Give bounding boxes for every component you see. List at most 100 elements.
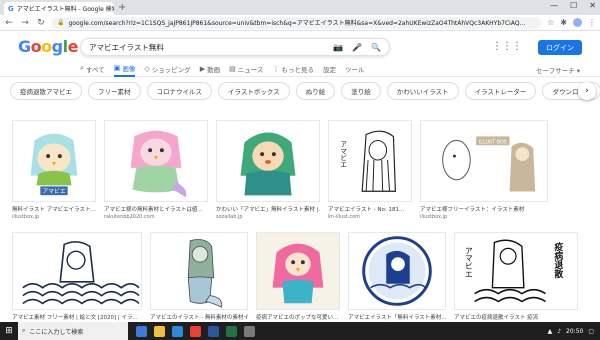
- result-thumbnail[interactable]: [104, 120, 208, 202]
- result-source: illustbox.jp: [420, 214, 448, 220]
- address-bar[interactable]: 🔒 google.com/search?rlz=1C1SQS_jaJP861JP…: [52, 16, 542, 29]
- image-result[interactable]: アマビエのイラスト - 無料素材の素材イ...: [150, 232, 248, 321]
- back-icon[interactable]: ←: [4, 18, 14, 28]
- app-icon[interactable]: [244, 325, 255, 337]
- chip[interactable]: ぬり絵: [295, 82, 336, 100]
- excel-icon[interactable]: [226, 325, 237, 337]
- tab-settings[interactable]: 設定: [323, 61, 336, 77]
- close-window-button[interactable]: ✕: [589, 1, 596, 10]
- image-result[interactable]: アマビエ アマビエイラスト - No: 181... kn-illust.com: [328, 120, 412, 220]
- result-caption[interactable]: 疫病アマビエのポップな可愛い...: [256, 313, 340, 321]
- reload-icon[interactable]: ↻: [36, 18, 46, 28]
- svg-text:アマビエ: アマビエ: [339, 141, 347, 169]
- maximize-button[interactable]: ☐: [570, 1, 577, 10]
- apps-grid-icon[interactable]: ⋮⋮⋮: [492, 41, 522, 52]
- search-icon[interactable]: 🔍: [371, 43, 381, 52]
- results-row-2: アマビエ素材 フリー素材 | 絵と文 [2020] | イラ... アマビエのイ…: [12, 232, 578, 321]
- result-caption[interactable]: アマビエ様の無料素材とイラストは値...: [104, 205, 208, 213]
- chip[interactable]: かわいいイラスト: [386, 82, 459, 100]
- chip[interactable]: イラストレーター: [464, 82, 537, 100]
- result-source: sozailab.jp: [216, 214, 243, 220]
- result-thumbnail[interactable]: [256, 232, 340, 310]
- svg-text:アマビエ: アマビエ: [464, 246, 473, 278]
- login-button[interactable]: ログイン: [538, 40, 582, 55]
- search-query[interactable]: アマビエイラスト無料: [89, 42, 333, 53]
- result-source: rakutenbb2020.com: [104, 214, 155, 220]
- image-result[interactable]: 疫病アマビエのポップな可愛い...: [256, 232, 340, 321]
- result-caption[interactable]: 無料イラスト アマビエイラスト...: [12, 205, 96, 213]
- mic-icon[interactable]: 🎤: [352, 43, 362, 52]
- image-result[interactable]: ILLUST BOX アマビエ様フリーイラスト：イラスト素材 illustbox…: [420, 120, 548, 220]
- menu-dots-icon[interactable]: ⋮: [588, 18, 596, 27]
- news-icon: ▤: [229, 64, 236, 73]
- image-result[interactable]: アマビエイラスト「無料イラスト素材...: [348, 232, 446, 321]
- image-result[interactable]: アマビエ 無料イラスト アマビエイラスト... illustbox.jp: [12, 120, 96, 220]
- image-result[interactable]: アマビエ 疫病退散 アマビエの疫病退散イラスト 疫流: [454, 232, 578, 321]
- search-nav-tabs: ⌕ すべて ▣ 画像 ◇ ショッピング ▶ 動画 ▤ ニュース ⋮ もっと見る 設定 ツール…: [0, 61, 600, 77]
- result-caption[interactable]: アマビエのイラスト - 無料素材の素材イ...: [150, 313, 248, 321]
- result-caption[interactable]: アマビエ様フリーイラスト：イラスト素材: [420, 205, 548, 213]
- tab-news[interactable]: ▤ ニュース: [229, 61, 263, 77]
- result-thumbnail[interactable]: アマビエ: [328, 120, 412, 202]
- task-view-icon[interactable]: [136, 325, 147, 337]
- profile-avatar[interactable]: [573, 18, 582, 27]
- tab-more[interactable]: ⋮ もっと見る: [272, 61, 314, 77]
- video-icon: ▶: [199, 64, 206, 73]
- image-result[interactable]: アマビエ素材 フリー素材 | 絵と文 [2020] | イラ...: [12, 232, 142, 321]
- result-thumbnail[interactable]: ILLUST BOX: [420, 120, 548, 202]
- result-caption[interactable]: アマビエイラスト「無料イラスト素材...: [348, 313, 446, 321]
- tab-all[interactable]: ⌕ すべて: [80, 61, 105, 77]
- extensions-icon[interactable]: ✱: [560, 18, 567, 27]
- chip[interactable]: 塗り絵: [341, 82, 381, 100]
- chevron-right-icon[interactable]: ›: [578, 82, 596, 100]
- taskbar-search[interactable]: ⌕ ここに入力して検索: [18, 322, 128, 340]
- chrome-icon[interactable]: [190, 325, 201, 337]
- bookmark-star-icon[interactable]: ☆: [547, 18, 554, 27]
- result-source: illustbox.jp: [12, 214, 40, 220]
- result-thumbnail[interactable]: アマビエ 疫病退散: [454, 232, 578, 310]
- browser-toolbar: ← → ↻ 🔒 google.com/search?rlz=1C1SQS_jaJ…: [0, 15, 600, 31]
- google-logo[interactable]: Google: [18, 37, 78, 56]
- result-thumbnail[interactable]: [150, 232, 248, 310]
- google-header: Google アマビエイラスト無料 📷 🎤 🔍 ⋮⋮⋮ ログイン: [0, 31, 600, 61]
- tab-tools[interactable]: ツール: [345, 61, 365, 77]
- chip[interactable]: コロナウイルス: [146, 82, 212, 100]
- camera-icon[interactable]: 📷: [333, 43, 343, 52]
- notification-icon[interactable]: ▢: [588, 328, 594, 335]
- clock[interactable]: 20:50: [566, 328, 583, 335]
- taskbar-apps: [136, 325, 255, 337]
- edge-icon[interactable]: [172, 325, 183, 337]
- image-icon: ▣: [113, 63, 121, 72]
- tab-images[interactable]: ▣ 画像: [113, 61, 136, 77]
- tab-strip: G アマビエイラスト無料 - Google 検索 ✕ + — ☐ ✕: [0, 0, 600, 15]
- svg-text:疫病退散: 疫病退散: [552, 241, 562, 279]
- file-explorer-icon[interactable]: [154, 325, 165, 337]
- tab-videos[interactable]: ▶ 動画: [200, 61, 220, 77]
- browser-tab[interactable]: G アマビエイラスト無料 - Google 検索 ✕: [4, 2, 114, 15]
- result-caption[interactable]: アマビエイラスト - No: 181...: [328, 205, 412, 213]
- result-thumbnail[interactable]: [216, 120, 320, 202]
- result-caption[interactable]: かわいい「アマビエ」無料イラスト素材 |...: [216, 205, 320, 213]
- result-caption[interactable]: アマビエ素材 フリー素材 | 絵と文 [2020] | イラ...: [12, 313, 142, 321]
- safesearch-toggle[interactable]: セーフサーチ ▾: [536, 65, 580, 75]
- search-box[interactable]: アマビエイラスト無料 📷 🎤 🔍: [80, 38, 390, 56]
- results-row-1: アマビエ 無料イラスト アマビエイラスト... illustbox.jp アマビ…: [12, 120, 548, 220]
- forward-icon[interactable]: →: [20, 18, 30, 28]
- windows-start-icon[interactable]: ⊞: [0, 322, 18, 340]
- minimize-button[interactable]: —: [550, 1, 558, 10]
- result-thumbnail[interactable]: アマビエ: [12, 120, 96, 202]
- new-tab-icon[interactable]: +: [118, 2, 126, 13]
- word-icon[interactable]: [208, 325, 219, 337]
- volume-icon[interactable]: ♪: [557, 328, 561, 335]
- chip[interactable]: 疫病退散アマビエ: [10, 82, 82, 100]
- image-result[interactable]: かわいい「アマビエ」無料イラスト素材 |... sozailab.jp: [216, 120, 320, 220]
- image-result[interactable]: アマビエ様の無料素材とイラストは値... rakutenbb2020.com: [104, 120, 208, 220]
- result-thumbnail[interactable]: [348, 232, 446, 310]
- chip[interactable]: フリー素材: [88, 82, 141, 100]
- chip[interactable]: イラストボックス: [218, 82, 290, 100]
- result-thumbnail[interactable]: [12, 232, 142, 310]
- network-icon[interactable]: ▲: [548, 328, 553, 335]
- result-caption[interactable]: アマビエの疫病退散イラスト 疫流: [454, 313, 578, 321]
- url-text: google.com/search?rlz=1C1SQS_jaJP861JP86…: [68, 20, 526, 27]
- tab-shopping[interactable]: ◇ ショッピング: [144, 61, 190, 77]
